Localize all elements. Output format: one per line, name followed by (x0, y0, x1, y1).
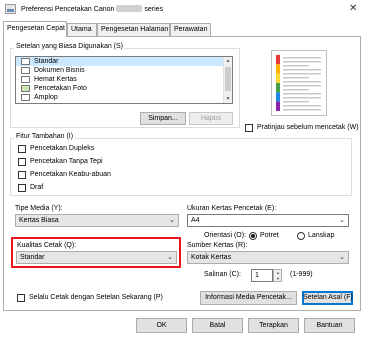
preview-text-line (283, 81, 321, 83)
preview-text-line (283, 69, 321, 71)
duplex-label: Pencetakan Dupleks (30, 145, 95, 152)
print-quality-select[interactable]: Standar ⌄ (16, 251, 177, 264)
spin-down-icon[interactable]: ▼ (274, 276, 282, 281)
landscape-label: Lanskap (308, 232, 335, 239)
envelope-icon (21, 94, 30, 101)
cancel-button[interactable]: Batal (192, 318, 243, 333)
printer-app-icon (5, 4, 16, 14)
redacted-model-name (116, 5, 143, 12)
preview-text-line (283, 57, 321, 59)
preview-text-line (283, 89, 309, 91)
duplex-checkbox[interactable] (18, 145, 26, 153)
always-print-label: Selalu Cetak dengan Setelan Sekarang (P) (29, 294, 163, 301)
help-button[interactable]: Bantuan (304, 318, 355, 333)
paper-size-select[interactable]: A4 ⌄ (187, 214, 349, 227)
preview-text-line (283, 73, 321, 75)
paper-saving-icon (21, 76, 30, 83)
scroll-up-arrow-icon[interactable]: ▲ (224, 57, 232, 65)
common-settings-legend: Setelan yang Biasa Digunakan (S) (14, 43, 126, 50)
media-type-label: Tipe Media (Y): (15, 205, 63, 212)
preview-image (276, 55, 321, 111)
grayscale-checkbox[interactable] (18, 171, 26, 179)
defaults-button[interactable]: Setelan Asal (F) (302, 291, 353, 305)
list-item-standard[interactable]: Standar (16, 57, 232, 66)
preview-text-line (283, 61, 321, 63)
copies-range: (1-999) (290, 271, 313, 278)
list-item-paper-saving[interactable]: Hemat Kertas (16, 75, 232, 84)
paper-source-label: Sumber Kertas (R): (187, 242, 248, 249)
portrait-label: Potret (260, 232, 279, 239)
additional-features-legend: Fitur Tambahan (I) (14, 133, 76, 140)
list-item-photo-printing[interactable]: Pencetakan Foto (16, 84, 232, 93)
tab-page-setup[interactable]: Pengesetan Halaman (97, 23, 170, 36)
preview-color-band (276, 73, 280, 83)
ok-button[interactable]: OK (136, 318, 187, 333)
preview-text-line (283, 65, 309, 67)
tab-main[interactable]: Utama (67, 23, 97, 36)
media-type-select[interactable]: Kertas Biasa ⌄ (15, 214, 179, 227)
preview-checkbox-label: Pratinjau sebelum mencetak (W) (257, 124, 359, 131)
copies-spinner[interactable]: ▲ ▼ (273, 269, 282, 282)
apply-button[interactable]: Terapkan (248, 318, 299, 333)
orientation-label: Orientasi (O): (204, 232, 247, 239)
draft-checkbox[interactable] (18, 184, 26, 192)
preview-color-band (276, 101, 280, 111)
print-quality-label: Kualitas Cetak (Q): (17, 242, 77, 249)
preview-text-line (283, 77, 309, 79)
photo-icon (21, 85, 30, 92)
title-bar: Preferensi Pencetakan Canon series ✕ (0, 0, 365, 20)
preview-text-line (283, 105, 321, 107)
preview-color-band (276, 83, 280, 93)
window-title-suffix: series (144, 6, 164, 13)
delete-button[interactable]: Hapus (189, 112, 233, 125)
copies-input[interactable]: 1 (251, 269, 273, 282)
chevron-down-icon: ⌄ (339, 217, 345, 224)
chevron-down-icon: ⌄ (169, 217, 175, 224)
scroll-thumb[interactable] (225, 67, 231, 91)
grayscale-label: Pencetakan Keabu-abuan (30, 171, 111, 178)
preview-color-band (276, 55, 280, 65)
paper-size-label: Ukuran Kertas Pencetak (E): (187, 205, 277, 212)
preview-checkbox[interactable] (245, 124, 253, 132)
preview-color-band (276, 64, 280, 74)
landscape-radio[interactable] (297, 232, 305, 240)
print-preview (271, 50, 327, 116)
always-print-checkbox[interactable] (17, 294, 25, 302)
borderless-label: Pencetakan Tanpa Tepi (30, 158, 103, 165)
common-settings-list[interactable]: Standar Dokumen Bisnis Hemat Kertas Penc… (15, 56, 233, 104)
chevron-down-icon: ⌄ (167, 254, 173, 261)
media-info-button[interactable]: Informasi Media Pencetak... (200, 291, 297, 305)
chevron-down-icon: ⌄ (339, 254, 345, 261)
printer-icon (21, 58, 30, 65)
list-item-business-document[interactable]: Dokumen Bisnis (16, 66, 232, 75)
tab-maintenance[interactable]: Perawatan (170, 23, 211, 36)
tab-quick-setup[interactable]: Pengesetan Cepat (3, 21, 67, 37)
preview-color-band (276, 92, 280, 102)
preview-text-line (283, 101, 309, 103)
window-title: Preferensi Pencetakan Canon series (21, 5, 163, 13)
preview-text-line (283, 109, 321, 111)
paper-source-select[interactable]: Kotak Kertas ⌄ (187, 251, 349, 264)
preview-text-line (283, 93, 321, 95)
scroll-down-arrow-icon[interactable]: ▼ (224, 95, 232, 103)
borderless-checkbox[interactable] (18, 158, 26, 166)
portrait-radio[interactable] (249, 232, 257, 240)
save-button[interactable]: Simpan... (140, 112, 186, 125)
close-icon[interactable]: ✕ (349, 3, 357, 14)
preview-text-line (283, 97, 321, 99)
list-item-envelope[interactable]: Amplop (16, 93, 232, 102)
draft-label: Draf (30, 184, 44, 191)
preview-text-line (283, 85, 321, 87)
copies-label: Salinan (C): (204, 271, 241, 278)
window-title-prefix: Preferensi Pencetakan Canon (21, 6, 115, 13)
document-icon (21, 67, 30, 74)
list-scrollbar[interactable]: ▲ ▼ (223, 57, 232, 103)
spin-up-icon[interactable]: ▲ (274, 270, 282, 275)
